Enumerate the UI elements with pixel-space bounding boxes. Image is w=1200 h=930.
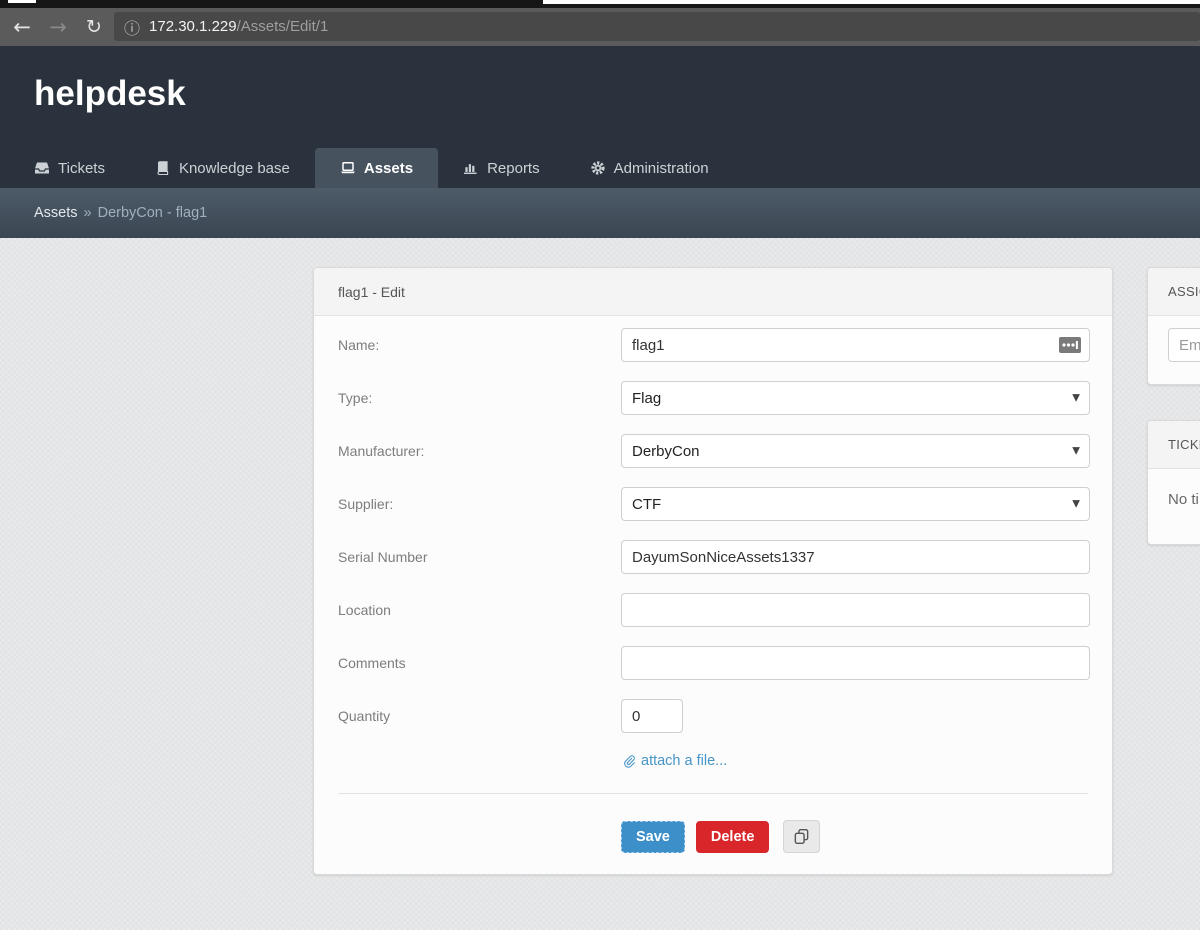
form-row-quantity: Quantity bbox=[314, 699, 1112, 733]
form-row-serial: Serial Number bbox=[314, 540, 1112, 574]
tab-assets[interactable]: Assets bbox=[315, 148, 438, 188]
manufacturer-select-value: DerbyCon bbox=[632, 443, 700, 460]
supplier-select-value: CTF bbox=[632, 496, 661, 513]
assigned-employee-input[interactable] bbox=[1168, 328, 1200, 362]
inbox-icon bbox=[34, 160, 50, 176]
book-icon bbox=[155, 160, 171, 176]
breadcrumb-current: DerbyCon - flag1 bbox=[98, 205, 208, 221]
assigned-panel-title: ASSIG bbox=[1148, 268, 1200, 316]
tickets-empty-text: No ti bbox=[1148, 469, 1200, 530]
supplier-label: Supplier: bbox=[314, 496, 621, 512]
browser-tab-edge bbox=[8, 0, 36, 3]
tab-reports[interactable]: Reports bbox=[438, 148, 565, 188]
form-row-location: Location bbox=[314, 593, 1112, 627]
type-select[interactable]: Flag ▼ bbox=[621, 381, 1090, 415]
delete-button[interactable]: Delete bbox=[696, 821, 770, 853]
url-path: /Assets/Edit/1 bbox=[237, 18, 329, 35]
browser-toolbar: ← → ↻ ⓘ 172.30.1.229/Assets/Edit/1 bbox=[0, 0, 1200, 46]
comments-input[interactable] bbox=[621, 646, 1090, 680]
supplier-select[interactable]: CTF ▼ bbox=[621, 487, 1090, 521]
panel-title: flag1 - Edit bbox=[314, 268, 1112, 316]
tickets-panel-title: TICKE bbox=[1148, 421, 1200, 469]
type-label: Type: bbox=[314, 390, 621, 406]
window-behind-edge bbox=[543, 0, 1200, 4]
attach-file-link[interactable]: attach a file... bbox=[621, 753, 1112, 769]
tab-label: Knowledge base bbox=[179, 160, 290, 177]
gear-icon bbox=[590, 160, 606, 176]
tab-knowledge-base[interactable]: Knowledge base bbox=[130, 148, 315, 188]
breadcrumb-assets-link[interactable]: Assets bbox=[34, 205, 78, 221]
back-icon[interactable]: ← bbox=[4, 10, 40, 44]
manufacturer-label: Manufacturer: bbox=[314, 443, 621, 459]
page-content: flag1 - Edit Name: Type: Flag ▼ bbox=[0, 238, 1200, 930]
app-header: helpdesk bbox=[0, 46, 1200, 148]
breadcrumb-separator: » bbox=[84, 205, 92, 221]
tab-label: Tickets bbox=[58, 160, 105, 177]
bar-chart-icon bbox=[463, 160, 479, 176]
attach-file-label: attach a file... bbox=[641, 753, 727, 769]
forward-icon[interactable]: → bbox=[40, 10, 76, 44]
autofill-icon[interactable] bbox=[1059, 337, 1081, 353]
breadcrumb: Assets » DerbyCon - flag1 bbox=[0, 188, 1200, 238]
serial-number-input[interactable] bbox=[621, 540, 1090, 574]
name-label: Name: bbox=[314, 337, 621, 353]
tab-tickets[interactable]: Tickets bbox=[9, 148, 130, 188]
form-actions: Save Delete bbox=[621, 820, 1112, 853]
chevron-down-icon: ▼ bbox=[1072, 393, 1080, 404]
asset-edit-form: Name: Type: Flag ▼ Manufac bbox=[314, 316, 1112, 853]
url-host: 172.30.1.229 bbox=[149, 18, 237, 35]
laptop-icon bbox=[340, 160, 356, 176]
main-navigation: Tickets Knowledge base Assets Reports Ad… bbox=[0, 148, 1200, 188]
comments-label: Comments bbox=[314, 655, 621, 671]
form-row-supplier: Supplier: CTF ▼ bbox=[314, 487, 1112, 521]
tab-administration[interactable]: Administration bbox=[565, 148, 734, 188]
duplicate-button[interactable] bbox=[783, 820, 820, 853]
paperclip-icon bbox=[621, 754, 636, 769]
page-info-icon[interactable]: ⓘ bbox=[124, 15, 140, 39]
quantity-label: Quantity bbox=[314, 708, 621, 724]
asset-edit-panel: flag1 - Edit Name: Type: Flag ▼ bbox=[313, 267, 1113, 875]
reload-icon[interactable]: ↻ bbox=[76, 10, 112, 44]
tab-label: Administration bbox=[614, 160, 709, 177]
form-row-name: Name: bbox=[314, 328, 1112, 362]
url-bar[interactable]: ⓘ 172.30.1.229/Assets/Edit/1 bbox=[114, 12, 1200, 41]
form-row-manufacturer: Manufacturer: DerbyCon ▼ bbox=[314, 434, 1112, 468]
app-title: helpdesk bbox=[0, 46, 1200, 114]
chevron-down-icon: ▼ bbox=[1072, 499, 1080, 510]
form-row-comments: Comments bbox=[314, 646, 1112, 680]
tab-label: Assets bbox=[364, 160, 413, 177]
copy-icon bbox=[793, 828, 810, 845]
type-select-value: Flag bbox=[632, 390, 661, 407]
manufacturer-select[interactable]: DerbyCon ▼ bbox=[621, 434, 1090, 468]
serial-number-label: Serial Number bbox=[314, 549, 621, 565]
form-divider bbox=[338, 793, 1088, 794]
location-input[interactable] bbox=[621, 593, 1090, 627]
quantity-input[interactable] bbox=[621, 699, 683, 733]
assigned-panel: ASSIG bbox=[1147, 267, 1200, 385]
location-label: Location bbox=[314, 602, 621, 618]
form-row-type: Type: Flag ▼ bbox=[314, 381, 1112, 415]
name-input[interactable] bbox=[621, 328, 1090, 362]
chevron-down-icon: ▼ bbox=[1072, 446, 1080, 457]
tab-label: Reports bbox=[487, 160, 540, 177]
tickets-panel: TICKE No ti bbox=[1147, 420, 1200, 545]
save-button[interactable]: Save bbox=[621, 821, 685, 853]
